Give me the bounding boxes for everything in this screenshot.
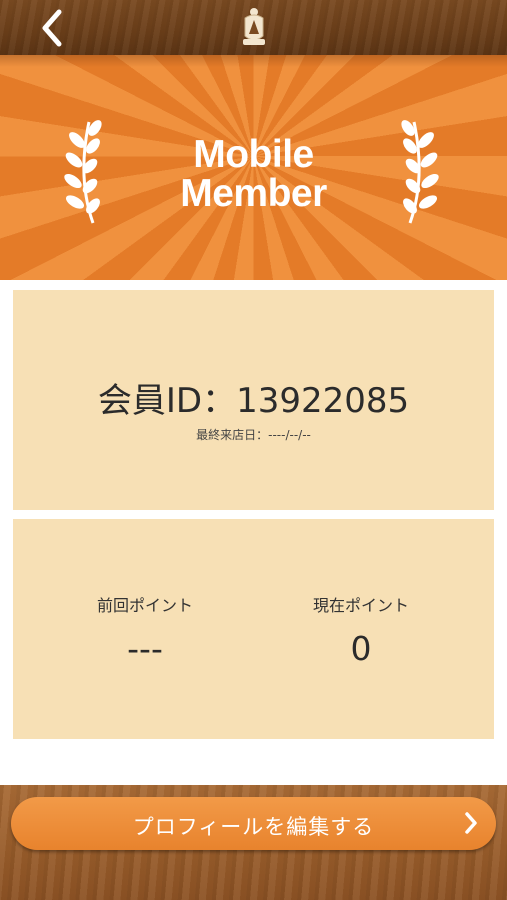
laurel-branch-icon bbox=[401, 120, 439, 224]
mobile-member-banner: Mobile Member bbox=[0, 55, 507, 280]
current-points-label: 現在ポイント bbox=[312, 596, 409, 615]
current-points-value: 0 bbox=[350, 629, 372, 668]
previous-points-label: 前回ポイント bbox=[96, 596, 193, 615]
member-id-card: 会員ID：13922085 最終来店日：----/--/-- bbox=[13, 290, 494, 510]
crest-logo-icon bbox=[243, 8, 265, 45]
top-nav-bar bbox=[0, 0, 507, 56]
edit-profile-label: プロフィールを編集する bbox=[132, 815, 375, 839]
points-card: 前回ポイント --- 現在ポイント 0 bbox=[13, 519, 494, 739]
back-button[interactable] bbox=[30, 6, 74, 50]
edit-profile-button[interactable]: プロフィールを編集する bbox=[11, 797, 496, 850]
last-visit-date: 最終来店日：----/--/-- bbox=[196, 428, 311, 442]
member-id-text: 会員ID：13922085 bbox=[97, 381, 410, 421]
previous-points-value: --- bbox=[127, 629, 163, 668]
chevron-left-icon bbox=[42, 9, 62, 47]
chevron-right-icon bbox=[465, 812, 477, 834]
